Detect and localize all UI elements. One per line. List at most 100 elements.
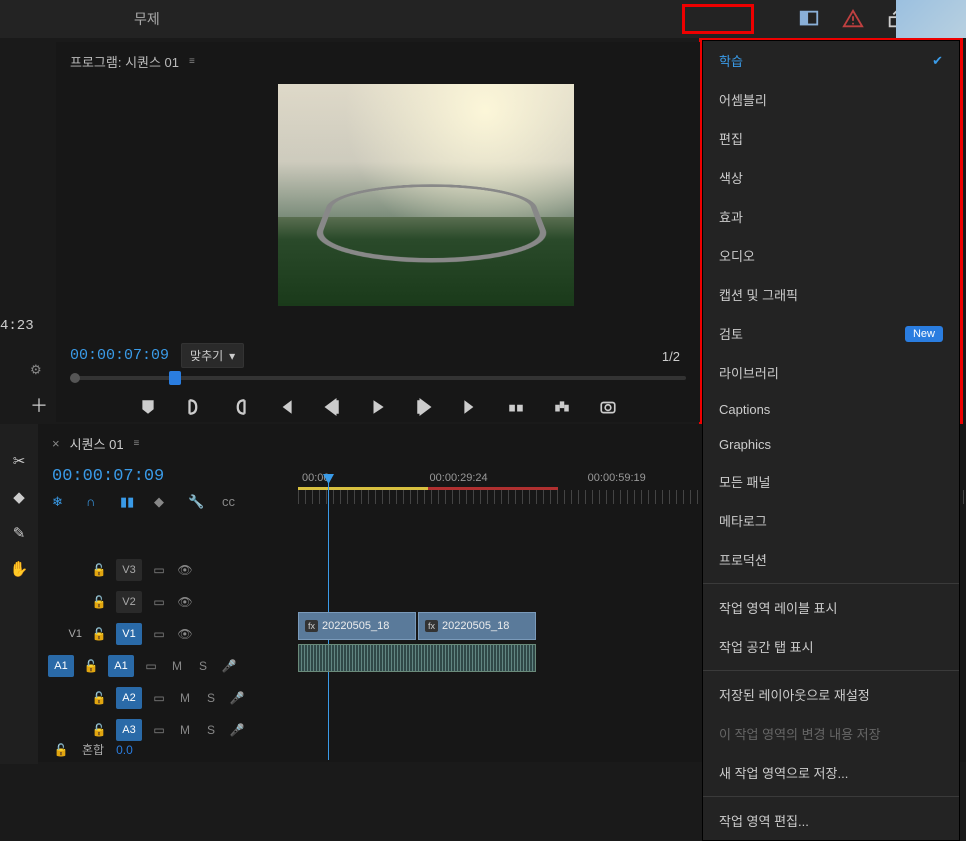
ws-item-label: 작업 영역 레이블 표시 [719,598,837,617]
lock-icon[interactable]: 🔓 [90,595,108,609]
audio-clip[interactable] [298,644,536,672]
mute-button[interactable]: M [168,659,186,673]
hand-tool[interactable]: ✋ [10,560,29,578]
track-a2-target[interactable]: A2 [116,687,142,709]
new-badge: New [905,326,943,342]
ws-item-review[interactable]: 검토 New [703,314,959,353]
selection-tool[interactable]: ✂ [13,452,26,470]
go-to-in-button[interactable] [277,398,295,416]
step-back-button[interactable] [323,398,341,416]
pen-tool[interactable]: ✎ [13,524,26,542]
source-v1-label[interactable]: V1 [52,628,82,640]
ws-item-show-labels[interactable]: 작업 영역 레이블 표시 [703,588,959,627]
close-tab-button[interactable]: × [52,436,60,451]
fx-toggle[interactable]: ▭ [150,563,168,577]
add-marker-button[interactable] [139,398,157,416]
warning-icon[interactable] [842,8,864,30]
ws-item-audio[interactable]: 오디오 [703,236,959,275]
add-marker-tool[interactable]: ◆ [154,494,172,512]
ws-item-reset-layout[interactable]: 저장된 레이아웃으로 재설정 [703,675,959,714]
ws-item-label: 라이브러리 [719,363,779,382]
mark-in-button[interactable] [185,398,203,416]
mark-out-button[interactable] [231,398,249,416]
voiceover-icon[interactable]: 🎤 [228,691,246,705]
ws-item-captions-graphics[interactable]: 캡션 및 그래픽 [703,275,959,314]
solo-button[interactable]: S [194,659,212,673]
solo-button[interactable]: S [202,691,220,705]
ws-item-learning[interactable]: 학습 ✔ [703,41,959,80]
settings-tool[interactable]: 🔧 [188,494,206,512]
scrubber-handle[interactable] [169,371,181,385]
zoom-fit-dropdown[interactable]: 맞추기 ▾ [181,343,244,368]
step-forward-button[interactable] [415,398,433,416]
ws-item-production[interactable]: 프로덕션 [703,540,959,579]
program-monitor-panel: 프로그램: 시퀀스 01 ≡ 00:00:07:09 맞추기 ▾ 1/2 [56,42,700,422]
add-button[interactable]: ＋ [30,392,48,418]
eye-icon[interactable]: 👁 [176,595,194,609]
mix-value[interactable]: 0.0 [116,743,133,757]
ws-item-color[interactable]: 색상 [703,158,959,197]
ws-item-effects[interactable]: 효과 [703,197,959,236]
ws-item-editing[interactable]: 편집 [703,119,959,158]
ws-item-edit-workspaces[interactable]: 작업 영역 편집... [703,801,959,840]
work-area-bar[interactable] [298,487,428,490]
workspace-menu-button[interactable] [798,8,820,30]
fx-toggle[interactable]: ▭ [142,659,160,673]
program-timecode[interactable]: 00:00:07:09 [70,347,169,364]
voiceover-icon[interactable]: 🎤 [220,659,238,673]
caption-track-toggle[interactable]: cc [222,494,240,512]
track-a1-target[interactable]: A1 [108,655,134,677]
timeline-tab-title[interactable]: 시퀀스 01 [70,434,124,453]
playback-resolution[interactable]: 1/2 [662,349,680,364]
ws-item-all-panels[interactable]: 모든 패널 [703,462,959,501]
track-v2-target[interactable]: V2 [116,591,142,613]
source-a1-patch[interactable]: A1 [48,655,74,677]
play-button[interactable] [369,398,387,416]
panel-menu-icon[interactable]: ≡ [189,56,195,67]
ws-item-libraries[interactable]: 라이브러리 [703,353,959,392]
mute-button[interactable]: M [176,691,194,705]
mute-button[interactable]: M [176,723,194,737]
lock-icon[interactable]: 🔓 [52,743,70,757]
video-preview[interactable] [278,84,574,306]
ws-item-label: 이 작업 영역의 변경 내용 저장 [719,724,881,743]
mix-label: 혼합 [82,741,104,758]
linked-selection-toggle[interactable]: ∩ [86,494,104,512]
ws-item-graphics-en[interactable]: Graphics [703,427,959,462]
marker-toggle[interactable]: ▮▮ [120,494,138,512]
panel-menu-icon[interactable]: ≡ [134,438,140,449]
fx-toggle[interactable]: ▭ [150,595,168,609]
lock-icon[interactable]: 🔓 [90,691,108,705]
ripple-tool[interactable]: ◆ [13,488,25,506]
program-scrubber[interactable] [70,376,686,392]
ws-item-label: 편집 [719,129,743,148]
video-clip[interactable]: fx 20220505_18 [298,612,416,640]
fx-toggle[interactable]: ▭ [150,723,168,737]
track-a3-target[interactable]: A3 [116,719,142,741]
eye-icon[interactable]: 👁 [176,563,194,577]
eye-icon[interactable]: 👁 [176,627,194,641]
track-v3-target[interactable]: V3 [116,559,142,581]
settings-icon[interactable]: ⚙ [30,362,42,378]
track-v1-target[interactable]: V1 [116,623,142,645]
lift-button[interactable] [507,398,525,416]
fx-toggle[interactable]: ▭ [150,691,168,705]
lock-icon[interactable]: 🔓 [82,659,100,673]
extract-button[interactable] [553,398,571,416]
video-clip[interactable]: fx 20220505_18 [418,612,536,640]
lock-icon[interactable]: 🔓 [90,627,108,641]
voiceover-icon[interactable]: 🎤 [228,723,246,737]
ws-item-save-as-new[interactable]: 새 작업 영역으로 저장... [703,753,959,792]
lock-icon[interactable]: 🔓 [90,723,108,737]
go-to-out-button[interactable] [461,398,479,416]
ws-item-label: 작업 공간 탭 표시 [719,637,814,656]
ws-item-captions-en[interactable]: Captions [703,392,959,427]
export-frame-button[interactable] [599,398,617,416]
solo-button[interactable]: S [202,723,220,737]
ws-item-show-tabs[interactable]: 작업 공간 탭 표시 [703,627,959,666]
fx-toggle[interactable]: ▭ [150,627,168,641]
ws-item-metalogging[interactable]: 메타로그 [703,501,959,540]
ws-item-assembly[interactable]: 어셈블리 [703,80,959,119]
snap-toggle[interactable]: ❄ [52,494,70,512]
lock-icon[interactable]: 🔓 [90,563,108,577]
